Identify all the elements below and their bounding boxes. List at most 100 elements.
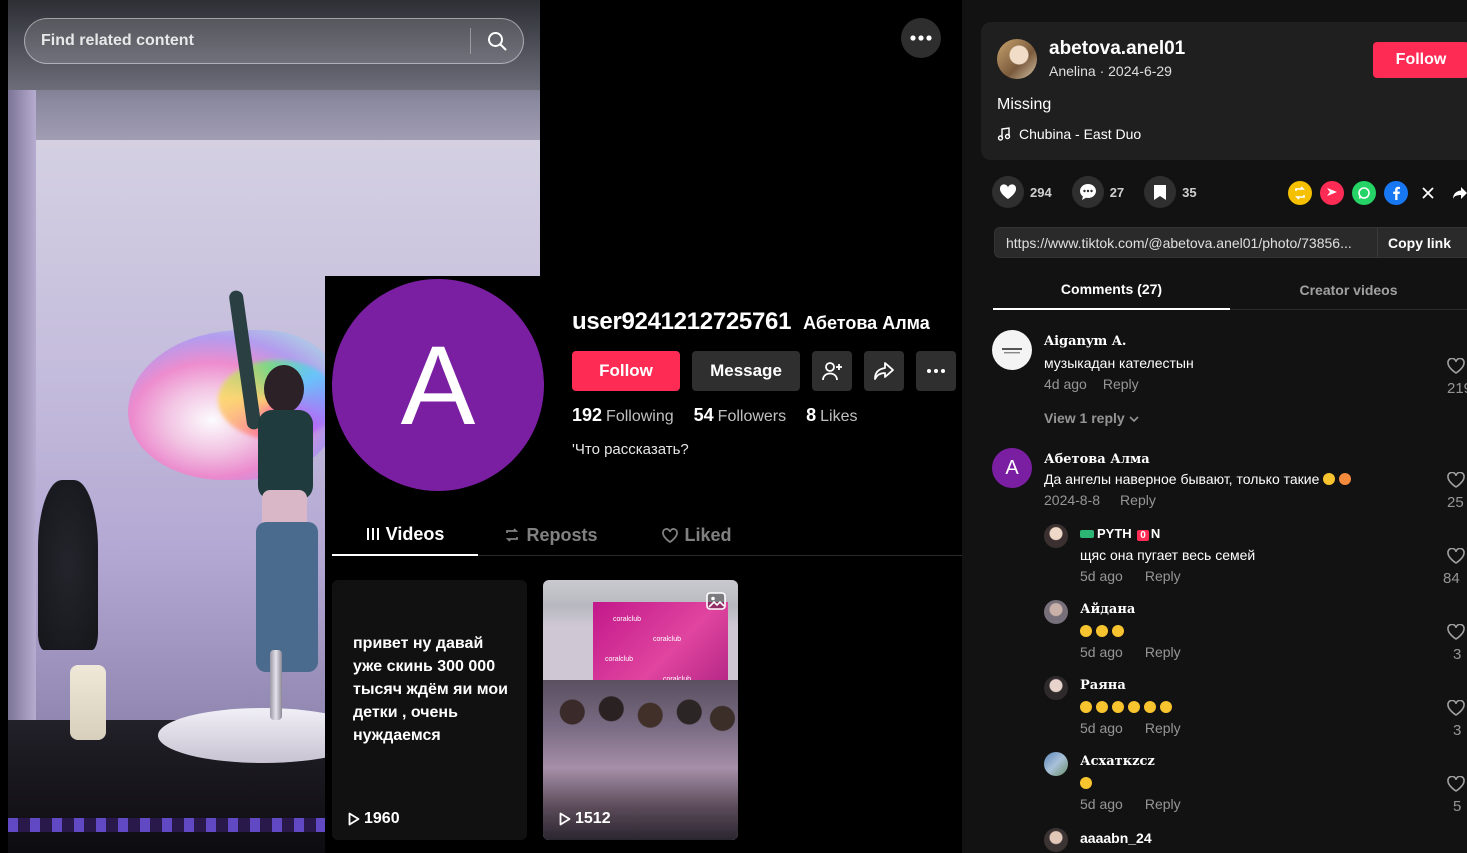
reply-username[interactable]: aaaabn_24 (1080, 830, 1152, 846)
tab-creator-videos[interactable]: Creator videos (1230, 270, 1467, 310)
stat-following[interactable]: 192 Following (572, 405, 674, 426)
reply-username[interactable]: Раяна (1080, 678, 1126, 693)
video-card-text[interactable]: привет ну давай уже скинь 300 000 тысяч … (332, 580, 527, 840)
hearts-emoji-icon (1339, 473, 1352, 485)
author-username[interactable]: abetova.anel01 (1049, 38, 1185, 60)
reply-like-count: 84 (1443, 570, 1460, 587)
post-link-text[interactable]: https://www.tiktok.com/@abetova.anel01/p… (995, 235, 1377, 251)
profile-bio: 'Что рассказать? (572, 441, 689, 458)
heart-outline-icon (1447, 775, 1465, 792)
author-avatar[interactable] (997, 39, 1037, 79)
reply-like-button[interactable] (1447, 623, 1467, 645)
author-nickname-date: Anelina · 2024-6-29 (1049, 63, 1172, 79)
comment-username[interactable]: Aiganym A. (1044, 334, 1126, 349)
reply-item: PYTH 0N щяс она пугает весь семей 5d ago… (1044, 524, 1467, 587)
save-count: 35 (1182, 184, 1197, 200)
tab-videos[interactable]: Videos (332, 514, 478, 556)
video-card-photo[interactable]: coralclub coralclub coralclub coralclub … (543, 580, 738, 840)
more-options-button[interactable] (901, 18, 941, 58)
reply-like-button[interactable] (1447, 775, 1467, 797)
reply-button[interactable]: Reply (1120, 492, 1156, 508)
play-icon (559, 812, 571, 826)
comment-like-button[interactable] (1447, 357, 1467, 379)
reply-like-button[interactable] (1447, 547, 1467, 569)
like-count: 294 (1030, 184, 1052, 200)
comment-avatar[interactable] (992, 330, 1032, 370)
profile-tabs: Videos Reposts Liked (332, 514, 962, 556)
heart-outline-icon (1447, 623, 1465, 640)
reply-meta: 5d ago Reply (1080, 720, 1181, 736)
more-share-button[interactable] (1448, 181, 1467, 205)
add-friend-button[interactable] (812, 351, 852, 391)
comment-button[interactable] (1071, 176, 1104, 208)
reply-button[interactable]: Reply (1145, 568, 1181, 584)
profile-display-name: Абетова Алма (803, 313, 930, 333)
comment-username[interactable]: Абетова Алма (1044, 452, 1150, 467)
facebook-share-button[interactable] (1384, 181, 1408, 205)
repost-icon (1295, 186, 1305, 200)
reply-button[interactable]: Reply (1103, 376, 1139, 392)
tab-reposts[interactable]: Reposts (478, 514, 624, 556)
view-replies-button[interactable]: View 1 reply (1044, 410, 1139, 426)
gun-emoji-icon (1080, 530, 1094, 538)
reply-button[interactable]: Reply (1145, 644, 1181, 660)
repost-share-button[interactable] (1288, 181, 1312, 205)
profile-actions: Follow Message (572, 351, 956, 391)
stat-likes: 8 Likes (806, 405, 858, 425)
music-link[interactable]: Chubina - East Duo (997, 126, 1141, 142)
photo-icon (706, 592, 726, 615)
comment-like-button[interactable] (1447, 471, 1467, 493)
save-button[interactable] (1144, 176, 1177, 208)
profile-share-button[interactable] (864, 351, 904, 391)
message-button[interactable]: Message (692, 351, 800, 391)
heart-outline-icon (1447, 699, 1465, 716)
copy-link-button[interactable]: Copy link (1377, 228, 1461, 257)
profile-stats: 192 Following 54 Followers 8 Likes (572, 405, 858, 426)
follow-button[interactable]: Follow (1373, 42, 1467, 78)
more-dots-icon (927, 369, 945, 373)
reply-username[interactable]: PYTH 0N (1080, 526, 1160, 541)
search-button[interactable] (471, 18, 523, 64)
reply-avatar[interactable] (1044, 524, 1068, 548)
post-link-box: https://www.tiktok.com/@abetova.anel01/p… (994, 227, 1467, 258)
reply-button[interactable]: Reply (1145, 720, 1181, 736)
reply-avatar[interactable] (1044, 676, 1068, 700)
whatsapp-share-button[interactable] (1352, 181, 1376, 205)
reply-avatar[interactable] (1044, 600, 1068, 624)
reply-like-button[interactable] (1447, 699, 1467, 721)
comment-avatar[interactable]: A (992, 448, 1032, 488)
tab-liked[interactable]: Liked (624, 514, 770, 556)
reply-emojis (1080, 775, 1096, 791)
post-header: abetova.anel01 Anelina · 2024-6-29 Follo… (981, 22, 1467, 160)
video-view-count: 1512 (559, 810, 611, 828)
like-button[interactable] (992, 176, 1024, 208)
stat-followers[interactable]: 54 Followers (694, 405, 787, 426)
reply-button[interactable]: Reply (1145, 796, 1181, 812)
comment-meta: 4d ago Reply (1044, 376, 1139, 392)
comment-like-count: 25 (1447, 494, 1464, 511)
search-bar (24, 18, 524, 64)
comment-item: A Абетова Алма Да ангелы наверное бывают… (992, 448, 1467, 511)
search-input[interactable] (25, 19, 470, 63)
reply-username[interactable]: Айдана (1080, 602, 1135, 617)
profile-more-button[interactable] (916, 351, 956, 391)
photo-person (228, 289, 338, 672)
heart-icon (999, 184, 1017, 199)
profile-avatar[interactable]: A (332, 279, 544, 491)
comment-icon (1079, 184, 1096, 200)
x-share-button[interactable] (1416, 181, 1440, 205)
reply-avatar[interactable] (1044, 828, 1068, 852)
more-dots-icon (910, 35, 932, 41)
reply-item: aaaabn_24 (1044, 828, 1467, 853)
tab-comments[interactable]: Comments (27) (993, 270, 1230, 310)
send-icon (1327, 188, 1337, 196)
profile-follow-button[interactable]: Follow (572, 351, 680, 391)
rofl-emoji-icon (1096, 701, 1108, 713)
profile-username[interactable]: user9241212725761 (572, 308, 791, 336)
profile-name-row: user9241212725761 Абетова Алма (572, 308, 930, 336)
media-viewer: A user9241212725761 Абетова Алма Follow … (0, 0, 962, 853)
music-note-icon (997, 127, 1011, 141)
send-share-button[interactable] (1320, 181, 1344, 205)
reply-avatar[interactable] (1044, 752, 1068, 776)
reply-username[interactable]: Асхаткzcz (1080, 754, 1155, 769)
